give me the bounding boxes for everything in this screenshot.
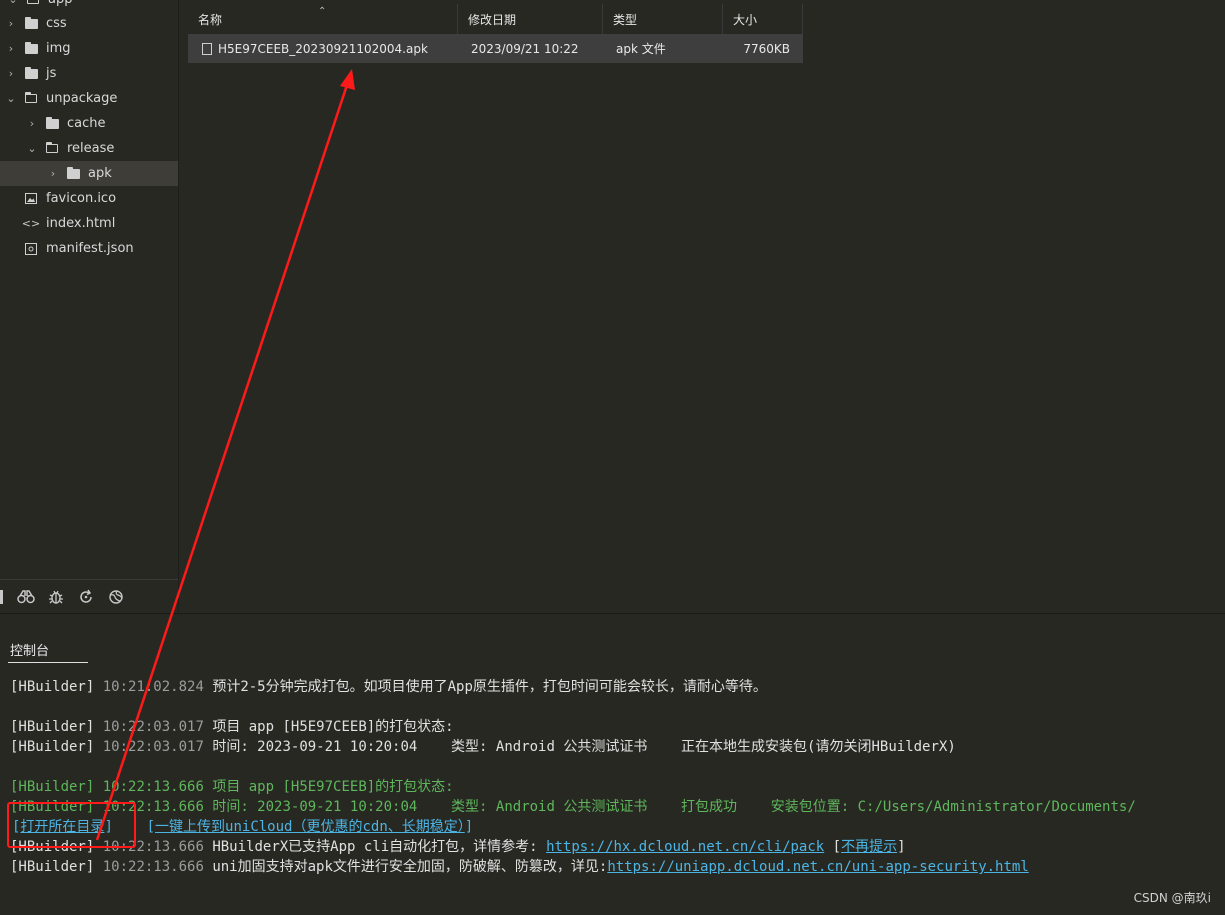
log-text: HBuilderX已支持App cli自动化打包，详情参考: xyxy=(212,839,538,855)
file-type: apk 文件 xyxy=(616,42,666,56)
upload-unicloud-link[interactable]: 一键上传到uniCloud（更优惠的cdn、长期稳定） xyxy=(155,819,465,835)
column-label: 名称 xyxy=(198,12,223,27)
binoculars-icon[interactable] xyxy=(15,586,37,608)
log-text: 项目 app [H5E97CEEB]的打包状态: xyxy=(212,779,454,795)
file-size: 7760KB xyxy=(743,41,790,56)
chevron-down-icon: ⌄ xyxy=(6,92,16,105)
column-header-name[interactable]: ⌃ 名称 xyxy=(188,4,458,34)
tree-item-css[interactable]: › css xyxy=(0,11,178,36)
log-text: uni加固支持对apk文件进行安全加固，防破解、防篡改，详见: xyxy=(212,859,608,875)
tree-item-label: js xyxy=(46,66,57,81)
column-header-type[interactable]: 类型 xyxy=(603,4,723,34)
annotation-highlight-box xyxy=(7,802,136,848)
strip-marker xyxy=(0,589,3,604)
tree-item-manifest[interactable]: manifest.json xyxy=(0,236,178,261)
log-time: 10:22:03.017 xyxy=(102,739,204,755)
file-name-cell: H5E97CEEB_20230921102004.apk xyxy=(202,34,428,63)
tree-item-label: release xyxy=(67,141,115,156)
file-date: 2023/09/21 10:22 xyxy=(471,41,579,56)
log-tag: [HBuilder] xyxy=(10,779,95,795)
log-tag: [HBuilder] xyxy=(10,719,95,735)
console-line-success: [HBuilder] 10:22:13.666 时间: 2023-09-21 1… xyxy=(10,797,1136,817)
column-label: 修改日期 xyxy=(468,12,517,27)
tree-item-label: manifest.json xyxy=(46,241,134,256)
tree-item-release[interactable]: ⌄ release xyxy=(0,136,178,161)
log-tag: [HBuilder] xyxy=(10,739,95,755)
refresh-icon[interactable] xyxy=(75,586,97,608)
console-line: [HBuilder] 10:22:03.017 项目 app [H5E97CEE… xyxy=(10,717,454,737)
tree-item-label: app xyxy=(48,0,72,7)
console-line: [HBuilder] 10:22:03.017 时间: 2023-09-21 1… xyxy=(10,737,956,757)
dismiss-hint-link[interactable]: 不再提示 xyxy=(841,839,897,855)
log-time: 10:22:03.017 xyxy=(102,719,204,735)
chevron-down-icon: ⌄ xyxy=(8,0,18,6)
tree-item-apk[interactable]: › apk xyxy=(0,161,178,186)
tab-console[interactable]: 控制台 xyxy=(8,636,88,663)
log-text: 项目 app [H5E97CEEB]的打包状态: xyxy=(212,719,454,735)
file-explorer: ⌃ 名称 修改日期 类型 大小 H5E97CEEB_20230921102004… xyxy=(188,0,803,64)
log-time: 10:21:02.824 xyxy=(102,679,204,695)
tree-item-label: cache xyxy=(67,116,106,131)
chevron-down-icon: ⌄ xyxy=(27,142,37,155)
sort-up-icon: ⌃ xyxy=(318,6,327,17)
column-label: 类型 xyxy=(613,12,638,27)
folder-icon xyxy=(24,66,38,80)
security-doc-link[interactable]: https://uniapp.dcloud.net.cn/uni-app-sec… xyxy=(607,859,1028,875)
tree-item-label: index.html xyxy=(46,216,116,231)
tree-item-js[interactable]: › js xyxy=(0,61,178,86)
code-file-icon: <> xyxy=(21,217,41,230)
chevron-right-icon: › xyxy=(50,167,56,180)
log-text: 时间: 2023-09-21 10:20:04 类型: Android 公共测试… xyxy=(212,799,1136,815)
project-tree: ⌄ app › css › img › js ⌄ unpackage › cac… xyxy=(0,0,179,612)
tree-item-label: img xyxy=(46,41,71,56)
chevron-right-icon: › xyxy=(29,117,35,130)
tree-item-unpackage[interactable]: ⌄ unpackage xyxy=(0,86,178,111)
file-icon xyxy=(202,42,212,55)
bug-icon[interactable] xyxy=(45,586,67,608)
folder-icon xyxy=(66,166,80,180)
column-header-size[interactable]: 大小 xyxy=(723,4,803,34)
bracket: ] xyxy=(464,819,474,835)
tree-item-favicon[interactable]: favicon.ico xyxy=(0,186,178,211)
folder-icon xyxy=(24,16,38,30)
log-text: 预计2-5分钟完成打包。如项目使用了App原生插件，打包时间可能会较长，请耐心等… xyxy=(212,679,767,695)
log-time: 10:22:13.666 xyxy=(102,779,204,795)
file-name: H5E97CEEB_20230921102004.apk xyxy=(218,41,428,56)
log-text: 时间: 2023-09-21 10:20:04 类型: Android 公共测试… xyxy=(212,739,956,755)
folder-open-icon xyxy=(24,92,38,105)
tree-item-label: apk xyxy=(88,166,112,181)
bracket: [ xyxy=(146,819,156,835)
file-row[interactable]: H5E97CEEB_20230921102004.apk 2023/09/21 … xyxy=(188,34,803,63)
chevron-right-icon: › xyxy=(8,67,14,80)
column-label: 大小 xyxy=(733,12,758,27)
watermark: CSDN @南玖i xyxy=(1133,891,1211,905)
folder-icon xyxy=(24,41,38,55)
tool-strip xyxy=(0,579,178,613)
tree-item-cache[interactable]: › cache xyxy=(0,111,178,136)
cli-pack-link[interactable]: https://hx.dcloud.net.cn/cli/pack xyxy=(546,839,824,855)
column-header-date[interactable]: 修改日期 xyxy=(458,4,603,34)
tree-item-img[interactable]: › img xyxy=(0,36,178,61)
folder-open-icon xyxy=(26,0,40,6)
console-line: [HBuilder] 10:22:13.666 uni加固支持对apk文件进行安… xyxy=(10,857,1029,877)
log-time: 10:22:13.666 xyxy=(102,859,204,875)
tree-item-label: favicon.ico xyxy=(46,191,117,206)
folder-icon xyxy=(45,116,59,130)
chevron-right-icon: › xyxy=(8,17,14,30)
chevron-right-icon: › xyxy=(8,42,14,55)
image-file-icon xyxy=(24,193,38,205)
log-tag: [HBuilder] xyxy=(10,679,95,695)
log-tag: [HBuilder] xyxy=(10,859,95,875)
console-line-success: [HBuilder] 10:22:13.666 项目 app [H5E97CEE… xyxy=(10,777,454,797)
console-line: [HBuilder] 10:21:02.824 预计2-5分钟完成打包。如项目使… xyxy=(10,677,767,697)
tree-item-label: css xyxy=(46,16,67,31)
globe-icon[interactable] xyxy=(105,586,127,608)
json-file-icon xyxy=(24,242,38,255)
tree-item-label: unpackage xyxy=(46,91,118,106)
folder-open-icon xyxy=(45,142,59,155)
console-line: [HBuilder] 10:22:13.666 HBuilderX已支持App … xyxy=(10,839,906,855)
tree-item-index-html[interactable]: <> index.html xyxy=(0,211,178,236)
